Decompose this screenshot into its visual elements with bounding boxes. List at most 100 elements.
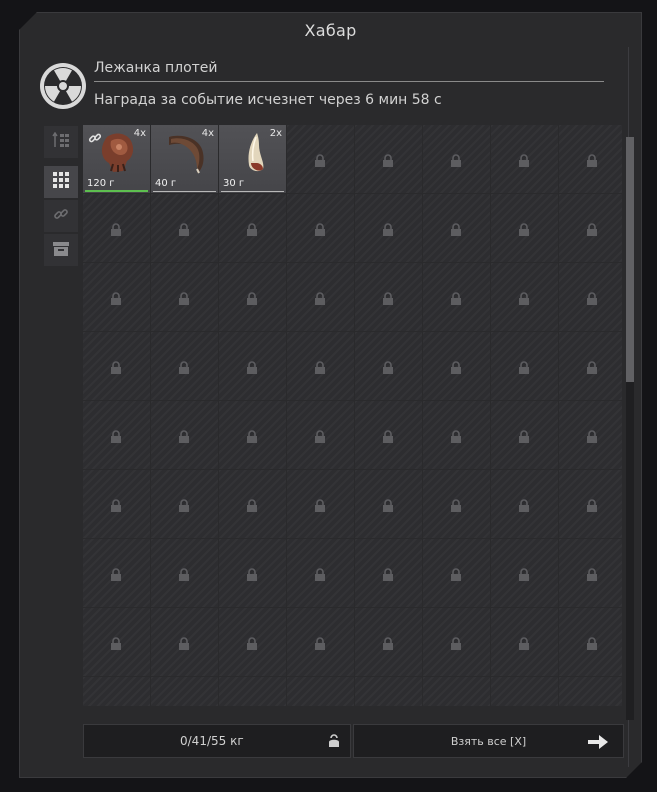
lock-icon bbox=[382, 635, 394, 654]
lock-icon bbox=[382, 428, 394, 447]
tab-box[interactable] bbox=[44, 234, 78, 266]
lock-icon bbox=[586, 152, 598, 171]
item-slot[interactable]: 2x 30 г bbox=[219, 125, 286, 193]
locked-slot bbox=[287, 263, 354, 331]
loot-window: Хабар Лежанка плотей Награда за событие … bbox=[19, 12, 642, 778]
lock-icon bbox=[178, 290, 190, 309]
locked-slot bbox=[355, 263, 422, 331]
lock-icon bbox=[382, 497, 394, 516]
locked-slot bbox=[355, 539, 422, 607]
tab-sort[interactable] bbox=[44, 126, 78, 158]
locked-slot bbox=[219, 608, 286, 676]
locked-slot bbox=[491, 677, 558, 706]
kettlebell-icon bbox=[328, 733, 340, 752]
lock-icon bbox=[314, 497, 326, 516]
sort-icon bbox=[52, 132, 70, 152]
locked-slot bbox=[83, 401, 150, 469]
locked-slot bbox=[559, 677, 622, 706]
lock-icon bbox=[450, 704, 462, 706]
locked-slot bbox=[355, 608, 422, 676]
locked-slot bbox=[559, 125, 622, 193]
lock-icon bbox=[246, 359, 258, 378]
locked-slot bbox=[559, 194, 622, 262]
locked-slot bbox=[83, 194, 150, 262]
lock-icon bbox=[110, 566, 122, 585]
locked-slot bbox=[83, 263, 150, 331]
locked-slot bbox=[83, 677, 150, 706]
lock-icon bbox=[246, 704, 258, 706]
locked-slot bbox=[219, 263, 286, 331]
weight-value: 0/41/55 кг bbox=[180, 734, 244, 748]
lock-icon bbox=[110, 290, 122, 309]
lock-icon bbox=[178, 428, 190, 447]
item-slot[interactable]: 4x 40 г bbox=[151, 125, 218, 193]
locked-slot bbox=[151, 263, 218, 331]
lock-icon bbox=[178, 704, 190, 706]
lock-icon bbox=[586, 290, 598, 309]
item-quantity: 4x bbox=[133, 128, 146, 139]
take-all-button[interactable]: Взять все [X] bbox=[353, 724, 624, 758]
locked-slot bbox=[423, 608, 490, 676]
lock-icon bbox=[586, 704, 598, 706]
locked-slot bbox=[491, 332, 558, 400]
locked-slot bbox=[423, 263, 490, 331]
lock-icon bbox=[246, 635, 258, 654]
locked-slot bbox=[355, 125, 422, 193]
source-divider bbox=[94, 81, 604, 82]
item-slot[interactable]: 4x 120 г bbox=[83, 125, 150, 193]
locked-slot bbox=[355, 677, 422, 706]
item-quantity: 2x bbox=[269, 128, 282, 139]
lock-icon bbox=[450, 428, 462, 447]
lock-icon bbox=[518, 566, 530, 585]
loot-grid-viewport: 4x 120 г 4x 40 г 2x 30 г bbox=[83, 125, 622, 706]
item-underline bbox=[153, 191, 216, 192]
tab-link[interactable] bbox=[44, 200, 78, 232]
lock-icon bbox=[110, 221, 122, 240]
lock-icon bbox=[586, 428, 598, 447]
locked-slot bbox=[491, 539, 558, 607]
locked-slot bbox=[491, 194, 558, 262]
lock-icon bbox=[314, 428, 326, 447]
lock-icon bbox=[110, 428, 122, 447]
lock-icon bbox=[450, 359, 462, 378]
grid-scrollbar[interactable] bbox=[626, 137, 634, 720]
grid-icon bbox=[53, 172, 69, 192]
lock-icon bbox=[586, 566, 598, 585]
lock-icon bbox=[314, 152, 326, 171]
lock-icon bbox=[382, 221, 394, 240]
locked-slot bbox=[491, 470, 558, 538]
item-weight: 120 г bbox=[87, 178, 115, 189]
link-icon bbox=[53, 206, 69, 226]
lock-icon bbox=[110, 635, 122, 654]
item-underline bbox=[221, 191, 284, 192]
take-all-label: Взять все [X] bbox=[450, 735, 527, 748]
lock-icon bbox=[246, 290, 258, 309]
locked-slot bbox=[287, 125, 354, 193]
lock-icon bbox=[110, 497, 122, 516]
locked-slot bbox=[219, 539, 286, 607]
locked-slot bbox=[491, 401, 558, 469]
locked-slot bbox=[151, 332, 218, 400]
lock-icon bbox=[314, 566, 326, 585]
lock-icon bbox=[178, 359, 190, 378]
locked-slot bbox=[287, 401, 354, 469]
reward-timer: Награда за событие исчезнет через 6 мин … bbox=[94, 92, 442, 108]
locked-slot bbox=[83, 470, 150, 538]
locked-slot bbox=[423, 125, 490, 193]
lock-icon bbox=[382, 290, 394, 309]
window-title: Хабар bbox=[304, 21, 357, 40]
lock-icon bbox=[314, 290, 326, 309]
footer-bar: 0/41/55 кг Взять все [X] bbox=[83, 724, 624, 758]
tab-grid[interactable] bbox=[44, 166, 78, 198]
locked-slot bbox=[83, 608, 150, 676]
scroll-thumb[interactable] bbox=[626, 137, 634, 382]
locked-slot bbox=[151, 677, 218, 706]
locked-slot bbox=[287, 470, 354, 538]
item-weight: 40 г bbox=[155, 178, 177, 189]
locked-slot bbox=[355, 332, 422, 400]
locked-slot bbox=[559, 332, 622, 400]
lock-icon bbox=[450, 566, 462, 585]
lock-icon bbox=[518, 221, 530, 240]
locked-slot bbox=[559, 263, 622, 331]
locked-slot bbox=[151, 608, 218, 676]
